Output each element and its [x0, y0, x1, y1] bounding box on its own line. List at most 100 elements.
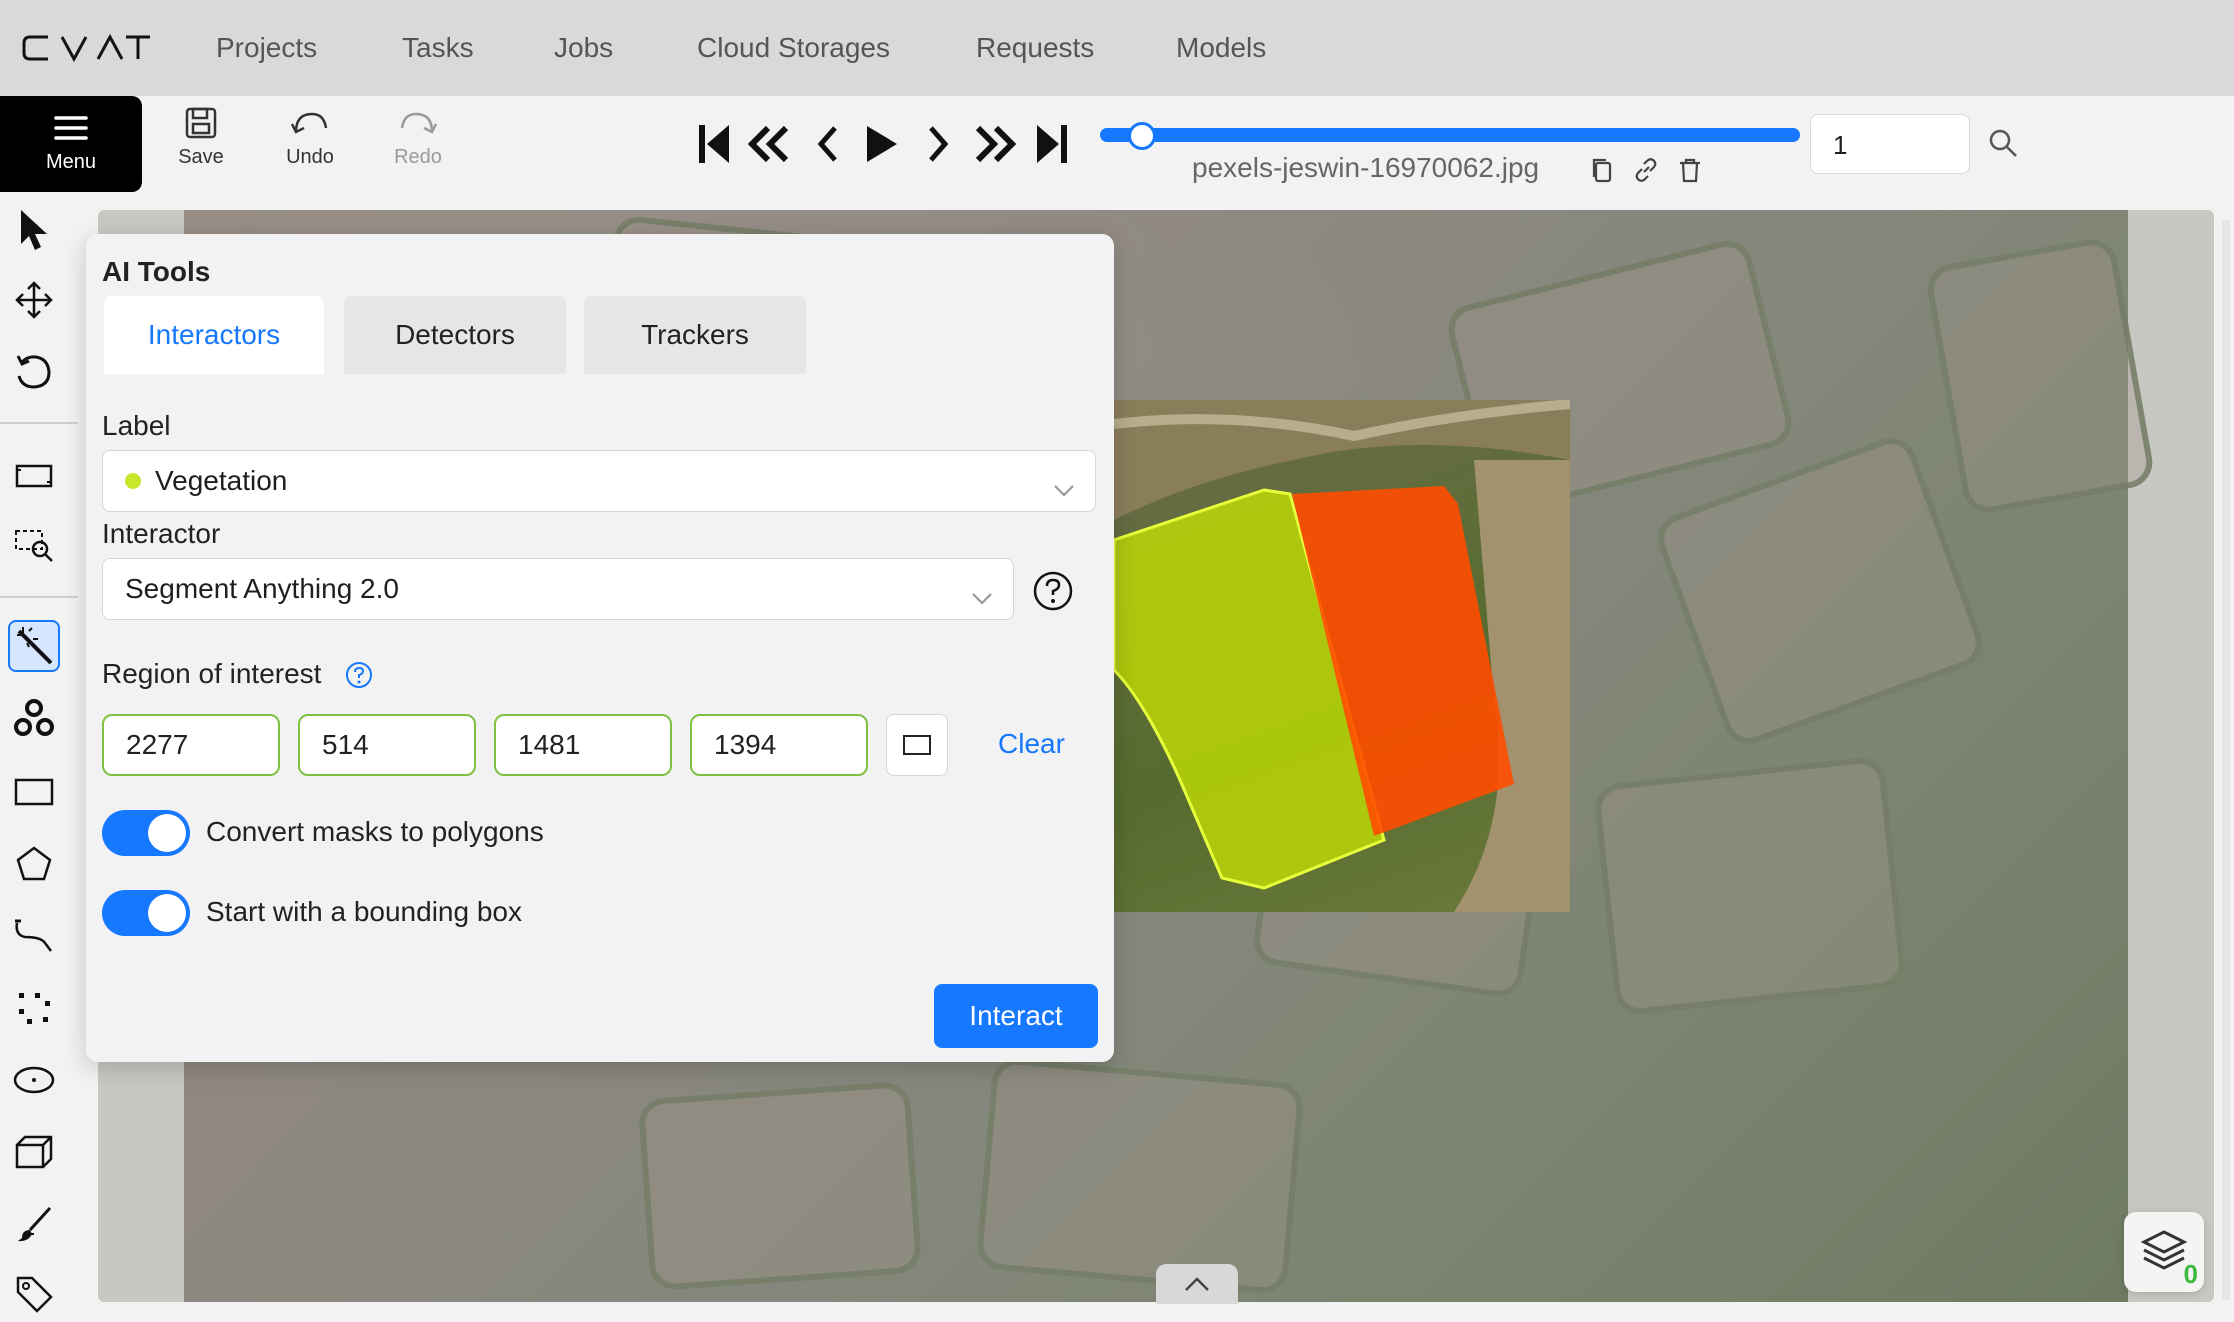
- draw-roi-button[interactable]: [886, 714, 948, 776]
- zoom-region-icon[interactable]: [8, 520, 60, 572]
- redo-button[interactable]: Redo: [375, 106, 461, 186]
- chevron-down-icon: [971, 581, 993, 613]
- save-button[interactable]: Save: [158, 106, 244, 186]
- bounding-box-toggle[interactable]: [102, 890, 190, 936]
- roi-x-input[interactable]: 2277: [102, 714, 280, 776]
- controls-sidebar: [0, 200, 78, 1322]
- roi-width-input[interactable]: 1481: [494, 714, 672, 776]
- next-frame-button[interactable]: [916, 120, 960, 168]
- rectangle-icon[interactable]: [8, 766, 60, 818]
- roi-caption: Region of interest: [102, 658, 322, 689]
- nav-cloud-storages[interactable]: Cloud Storages: [697, 30, 890, 66]
- interactor-select-value: Segment Anything 2.0: [125, 573, 399, 604]
- forward-step-button[interactable]: [972, 120, 1016, 168]
- previous-frame-icon: [815, 124, 841, 164]
- canvas-scrollbar[interactable]: [2222, 220, 2230, 1300]
- roi-mask-overlay: [1114, 400, 1570, 912]
- nav-jobs[interactable]: Jobs: [554, 30, 613, 66]
- nav-models[interactable]: Models: [1176, 30, 1266, 66]
- field-parcel: [637, 1080, 923, 1292]
- save-icon: [184, 106, 218, 140]
- frame-number-input[interactable]: 1: [1810, 114, 1970, 174]
- undo-button[interactable]: Undo: [267, 106, 353, 186]
- undo-icon: [290, 106, 330, 140]
- clear-roi-button[interactable]: Clear: [998, 728, 1065, 760]
- last-frame-icon: [1035, 123, 1069, 165]
- sidebar-divider: [0, 422, 78, 424]
- points-icon[interactable]: [8, 982, 60, 1034]
- chevron-up-icon: [1185, 1277, 1209, 1291]
- frame-slider[interactable]: [1100, 128, 1800, 142]
- polygon-icon[interactable]: [8, 838, 60, 890]
- cursor-icon[interactable]: [8, 204, 60, 256]
- frame-slider-handle[interactable]: [1128, 122, 1156, 150]
- convert-masks-toggle[interactable]: [102, 810, 190, 856]
- bounding-box-label: Start with a bounding box: [206, 896, 522, 927]
- convert-masks-label: Convert masks to polygons: [206, 816, 544, 847]
- question-circle-icon[interactable]: [1032, 570, 1074, 612]
- cvat-logo[interactable]: [22, 30, 152, 66]
- label-select-value: Vegetation: [155, 465, 288, 496]
- first-frame-button[interactable]: [692, 120, 736, 168]
- tab-trackers[interactable]: Trackers: [584, 296, 806, 374]
- play-button[interactable]: [860, 120, 904, 168]
- label-color-dot: [125, 473, 141, 489]
- sidebar-divider: [0, 596, 78, 598]
- backward-step-icon: [748, 124, 792, 164]
- region-of-interest[interactable]: [1114, 400, 1570, 912]
- opencv-icon[interactable]: [8, 692, 60, 744]
- tag-icon[interactable]: [8, 1268, 60, 1320]
- roi-y-input[interactable]: 514: [298, 714, 476, 776]
- polyline-icon[interactable]: [8, 910, 60, 962]
- layers-button[interactable]: 0: [2124, 1212, 2204, 1292]
- ellipse-icon[interactable]: [8, 1054, 60, 1106]
- delete-icon[interactable]: [1676, 156, 1704, 184]
- interactor-caption: Interactor: [102, 518, 221, 549]
- fit-image-icon[interactable]: [8, 450, 60, 502]
- backward-step-button[interactable]: [748, 120, 792, 168]
- nav-tasks[interactable]: Tasks: [402, 30, 474, 66]
- previous-frame-button[interactable]: [806, 120, 850, 168]
- move-icon[interactable]: [8, 274, 60, 326]
- layers-count: 0: [2183, 1259, 2198, 1289]
- label-select[interactable]: Vegetation: [102, 450, 1096, 512]
- nav-requests[interactable]: Requests: [976, 30, 1094, 66]
- popover-title: AI Tools: [102, 256, 211, 287]
- rectangle-icon: [903, 735, 931, 755]
- label-caption: Label: [102, 410, 171, 441]
- field-parcel: [975, 1056, 1305, 1296]
- ai-tools-icon[interactable]: [8, 620, 60, 672]
- save-label: Save: [178, 146, 224, 168]
- copy-icon[interactable]: [1588, 156, 1616, 184]
- bottom-panel-toggle[interactable]: [1156, 1264, 1238, 1304]
- forward-step-icon: [972, 124, 1016, 164]
- nav-projects[interactable]: Projects: [216, 30, 317, 66]
- cuboid-icon[interactable]: [8, 1126, 60, 1178]
- play-icon: [865, 124, 899, 164]
- tab-detectors[interactable]: Detectors: [344, 296, 566, 374]
- chevron-down-icon: [1053, 473, 1075, 505]
- last-frame-button[interactable]: [1030, 120, 1074, 168]
- roi-help-icon[interactable]: [344, 660, 374, 690]
- first-frame-icon: [697, 123, 731, 165]
- ai-tools-popover: AI Tools Interactors Detectors Trackers …: [86, 234, 1114, 1062]
- undo-label: Undo: [286, 146, 334, 168]
- frame-filename: pexels-jeswin-16970062.jpg: [1192, 152, 1540, 183]
- link-icon[interactable]: [1632, 156, 1660, 184]
- interactor-select[interactable]: Segment Anything 2.0: [102, 558, 1014, 620]
- cvat-logo-mark: [22, 33, 150, 63]
- field-parcel: [1650, 430, 1990, 752]
- brush-icon[interactable]: [8, 1198, 60, 1250]
- top-header: Projects Tasks Jobs Cloud Storages Reque…: [0, 0, 2234, 96]
- search-icon[interactable]: [1988, 128, 2018, 158]
- next-frame-icon: [925, 124, 951, 164]
- menu-label: Menu: [45, 150, 97, 173]
- rotate-icon[interactable]: [8, 346, 60, 398]
- layers-icon: [2140, 1230, 2188, 1270]
- field-parcel: [1592, 755, 1908, 1017]
- menu-button[interactable]: Menu: [0, 96, 142, 192]
- tab-interactors[interactable]: Interactors: [104, 296, 324, 374]
- interact-button[interactable]: Interact: [934, 984, 1098, 1048]
- roi-height-input[interactable]: 1394: [690, 714, 868, 776]
- toggle-knob: [148, 814, 186, 852]
